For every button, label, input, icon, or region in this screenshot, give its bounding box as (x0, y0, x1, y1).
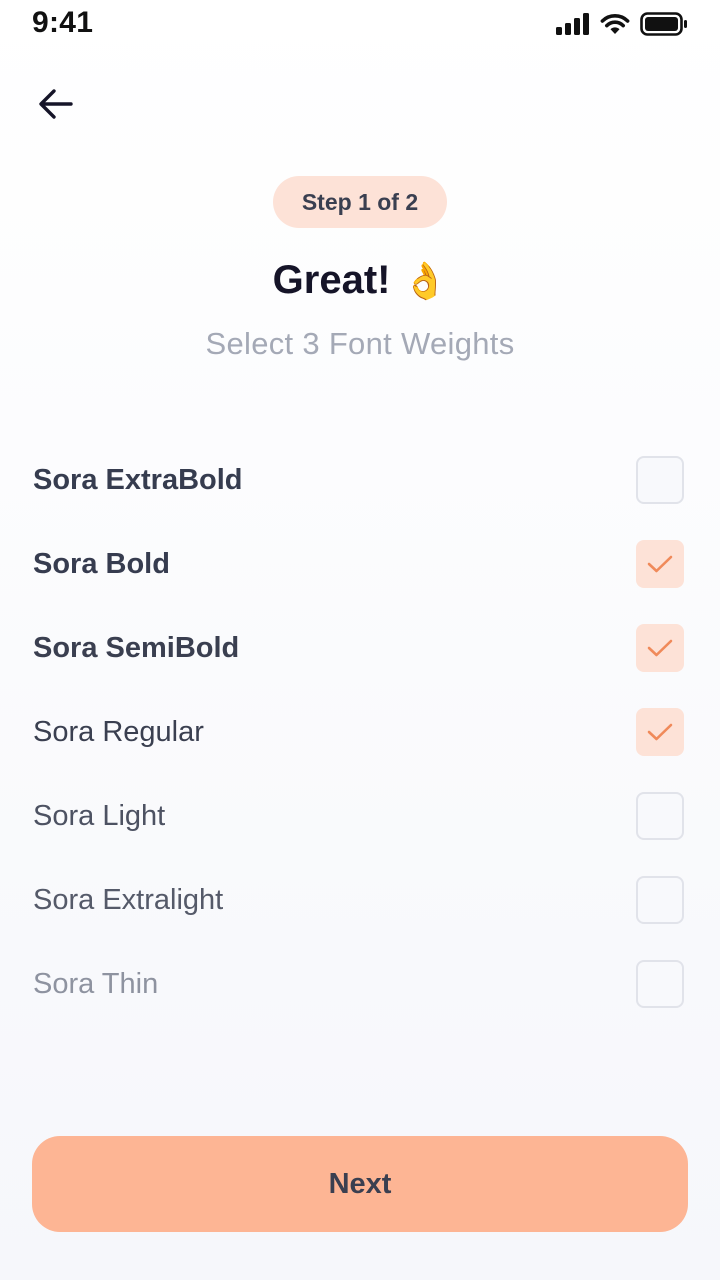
weight-checkbox[interactable] (636, 456, 684, 504)
weight-label: Sora Light (33, 799, 166, 832)
font-weight-list: Sora ExtraBold Sora Bold Sora SemiBold S… (0, 438, 720, 1026)
weight-option-semibold[interactable]: Sora SemiBold (0, 606, 720, 690)
weight-label: Sora Extralight (33, 883, 224, 916)
check-icon (647, 639, 673, 657)
check-icon (647, 555, 673, 573)
check-icon (647, 723, 673, 741)
weight-checkbox[interactable] (636, 540, 684, 588)
weight-checkbox[interactable] (636, 960, 684, 1008)
weight-option-extralight[interactable]: Sora Extralight (0, 858, 720, 942)
weight-label: Sora SemiBold (33, 631, 240, 664)
page-subtitle: Select 3 Font Weights (205, 326, 515, 361)
weight-label: Sora ExtraBold (33, 463, 243, 496)
weight-label: Sora Thin (33, 967, 159, 1000)
signal-icon (556, 13, 589, 35)
weight-option-regular[interactable]: Sora Regular (0, 690, 720, 774)
weight-option-light[interactable]: Sora Light (0, 774, 720, 858)
weight-label: Sora Bold (33, 547, 170, 580)
step-indicator: Step 1 of 2 (273, 176, 447, 228)
status-icons (556, 12, 688, 36)
ok-hand-emoji: 👌 (402, 259, 448, 301)
wifi-icon (600, 14, 630, 34)
screen: 9:41 Step 1 of 2 Great! 👌 Select 3 Font … (0, 0, 720, 1280)
weight-option-thin[interactable]: Sora Thin (0, 942, 720, 1026)
weight-option-bold[interactable]: Sora Bold (0, 522, 720, 606)
weight-checkbox[interactable] (636, 624, 684, 672)
back-button[interactable] (30, 78, 82, 130)
status-bar: 9:41 (0, 0, 720, 50)
page-title: Great! 👌 (0, 258, 720, 303)
page-title-text: Great! (272, 258, 391, 302)
weight-checkbox[interactable] (636, 708, 684, 756)
arrow-left-icon (39, 89, 73, 119)
next-button[interactable]: Next (32, 1136, 688, 1232)
weight-checkbox[interactable] (636, 876, 684, 924)
status-time: 9:41 (32, 6, 94, 39)
weight-label: Sora Regular (33, 715, 204, 748)
battery-icon (640, 12, 687, 36)
weight-option-extrabold[interactable]: Sora ExtraBold (0, 438, 720, 522)
weight-checkbox[interactable] (636, 792, 684, 840)
